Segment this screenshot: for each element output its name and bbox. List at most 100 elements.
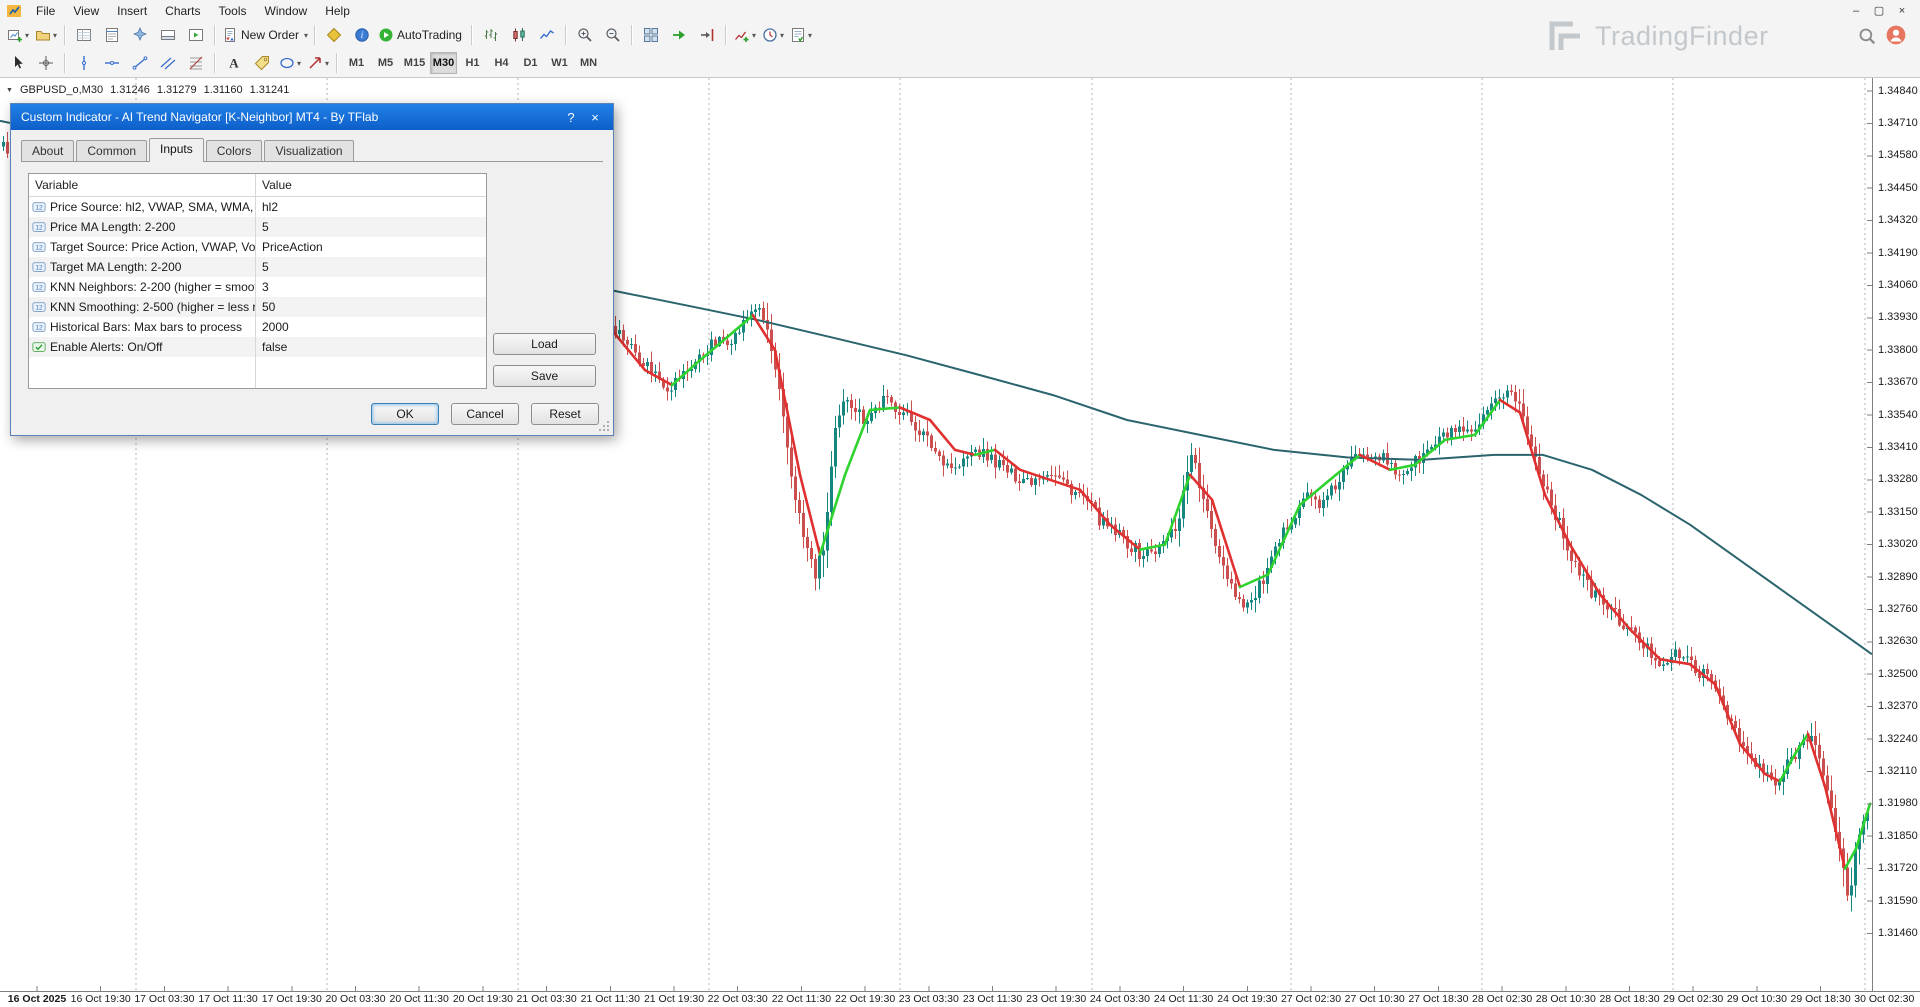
minimize-button[interactable]: – [1846, 3, 1866, 18]
zoom-in-button[interactable] [572, 22, 598, 48]
menu-window[interactable]: Window [256, 2, 317, 20]
input-variable: Price MA Length: 2-200 [50, 220, 255, 234]
menu-insert[interactable]: Insert [108, 2, 156, 20]
input-row[interactable]: 12KNN Neighbors: 2-200 (higher = smoothe… [29, 277, 486, 297]
toolbar-separator [631, 25, 633, 45]
input-value[interactable]: hl2 [255, 200, 278, 214]
price-axis-label: 1.32240 [1878, 733, 1918, 746]
crosshair-button[interactable] [33, 50, 59, 76]
profiles-button[interactable]: ▾ [33, 22, 59, 48]
dialog-titlebar[interactable]: Custom Indicator - AI Trend Navigator [K… [11, 104, 613, 130]
dialog-close-button[interactable]: × [583, 107, 607, 127]
menu-help[interactable]: Help [316, 2, 359, 20]
input-row[interactable]: 12Target MA Length: 2-2005 [29, 257, 486, 277]
input-value[interactable]: 5 [255, 220, 269, 234]
input-row[interactable]: 12KNN Smoothing: 2-500 (higher = less re… [29, 297, 486, 317]
vertical-line-button[interactable] [71, 50, 97, 76]
terminal-button[interactable] [155, 22, 181, 48]
text-button[interactable]: A [221, 50, 247, 76]
chart-line-button[interactable] [534, 22, 560, 48]
menu-tools[interactable]: Tools [210, 2, 256, 20]
input-variable: Price Source: hl2, VWAP, SMA, WMA, ... [50, 200, 255, 214]
menu-view[interactable]: View [64, 2, 108, 20]
timeframe-w1[interactable]: W1 [546, 52, 573, 74]
cancel-button[interactable]: Cancel [451, 403, 519, 425]
horizontal-line-button[interactable] [99, 50, 125, 76]
tab-about[interactable]: About [21, 140, 74, 161]
input-row[interactable]: 12Price Source: hl2, VWAP, SMA, WMA, ...… [29, 197, 486, 217]
navigator-button[interactable] [127, 22, 153, 48]
chart-candles-button[interactable] [506, 22, 532, 48]
tile-windows-button[interactable] [638, 22, 664, 48]
menu-charts[interactable]: Charts [156, 2, 209, 20]
tab-colors[interactable]: Colors [206, 140, 263, 161]
input-row[interactable]: 12Price MA Length: 2-2005 [29, 217, 486, 237]
market-watch-button[interactable] [71, 22, 97, 48]
input-value[interactable]: 5 [255, 260, 269, 274]
timeframe-m1[interactable]: M1 [343, 52, 370, 74]
price-axis-label: 1.33540 [1878, 409, 1918, 422]
price-axis-label: 1.32370 [1878, 700, 1918, 713]
search-icon[interactable] [1858, 27, 1876, 45]
data-window-button[interactable] [99, 22, 125, 48]
toolbar-separator [64, 53, 66, 73]
restore-button[interactable]: ▢ [1869, 3, 1889, 18]
mql5-community-button[interactable]: i [349, 22, 375, 48]
equidistant-channel-button[interactable] [155, 50, 181, 76]
input-value[interactable]: 2000 [255, 320, 289, 334]
new-order-button[interactable]: New Order▾ [221, 22, 309, 48]
text-label-button[interactable] [249, 50, 275, 76]
auto-scroll-button[interactable] [666, 22, 692, 48]
tab-common[interactable]: Common [76, 140, 147, 161]
input-row[interactable]: 12Target Source: Price Action, VWAP, Vol… [29, 237, 486, 257]
close-button[interactable]: × [1892, 3, 1912, 18]
strategy-tester-button[interactable] [183, 22, 209, 48]
input-value[interactable]: false [255, 340, 287, 354]
timeframe-d1[interactable]: D1 [517, 52, 544, 74]
timeframe-h1[interactable]: H1 [459, 52, 486, 74]
periods-button[interactable]: ▾ [760, 22, 786, 48]
timeframe-m30[interactable]: M30 [430, 52, 457, 74]
fibonacci-button[interactable] [183, 50, 209, 76]
input-value[interactable]: 3 [255, 280, 269, 294]
autotrading-button[interactable]: AutoTrading [377, 22, 466, 48]
metaeditor-button[interactable] [321, 22, 347, 48]
templates-button[interactable]: ▾ [788, 22, 814, 48]
input-row[interactable]: 12Historical Bars: Max bars to process20… [29, 317, 486, 337]
chart-marker-icon: ▼ [6, 87, 13, 94]
trendline-button[interactable] [127, 50, 153, 76]
chart-bars-button[interactable] [478, 22, 504, 48]
resize-grip[interactable] [597, 419, 610, 432]
timeframe-m15[interactable]: M15 [401, 52, 428, 74]
indicators-button[interactable]: ▾ [732, 22, 758, 48]
input-numeric-icon: 12 [32, 260, 46, 274]
toolbar-separator [214, 53, 216, 73]
timeframe-m5[interactable]: M5 [372, 52, 399, 74]
dialog-help-button[interactable]: ? [559, 107, 583, 127]
label-icon [254, 55, 270, 71]
new-chart-button[interactable]: ▾ [5, 22, 31, 48]
input-value[interactable]: 50 [255, 300, 275, 314]
tab-inputs[interactable]: Inputs [149, 138, 204, 162]
arrows-button[interactable]: ▾ [305, 50, 331, 76]
shapes-button[interactable]: ▾ [277, 50, 303, 76]
timeframe-h4[interactable]: H4 [488, 52, 515, 74]
community-avatar[interactable] [1886, 25, 1906, 45]
column-header-value: Value [255, 178, 486, 192]
timeframe-mn[interactable]: MN [575, 52, 602, 74]
chart-shift-button[interactable] [694, 22, 720, 48]
input-value[interactable]: PriceAction [255, 240, 323, 254]
reset-button[interactable]: Reset [531, 403, 599, 425]
ok-button[interactable]: OK [371, 403, 439, 425]
save-button[interactable]: Save [493, 365, 596, 387]
trendline-icon [132, 55, 148, 71]
load-button[interactable]: Load [493, 333, 596, 355]
tab-visualization[interactable]: Visualization [264, 140, 353, 161]
zoom-out-button[interactable] [600, 22, 626, 48]
price-axis-label: 1.34710 [1878, 117, 1918, 130]
cursor-button[interactable] [5, 50, 31, 76]
menu-file[interactable]: File [27, 2, 64, 20]
price-axis[interactable]: 1.348401.347101.345801.344501.343201.341… [1872, 78, 1920, 991]
ohlc-open: 1.31246 [110, 84, 150, 96]
input-row[interactable]: Enable Alerts: On/Offfalse [29, 337, 486, 357]
